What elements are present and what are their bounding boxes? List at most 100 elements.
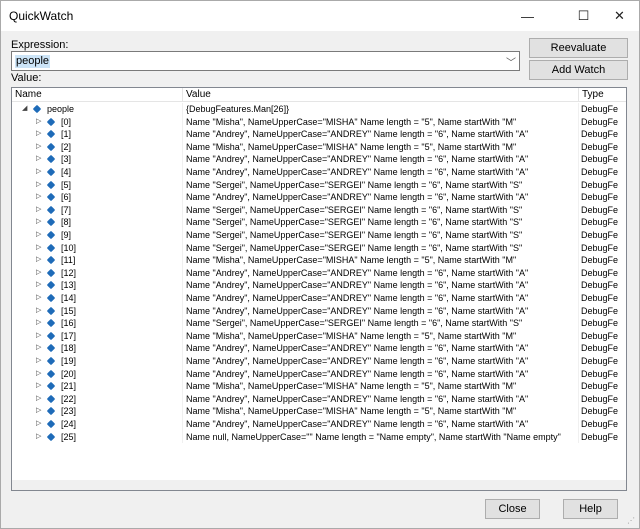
expand-arrow-icon[interactable]: ▷: [36, 153, 41, 165]
table-row[interactable]: ▷ [20] Name "Andrey", NameUpperCase="ANDRE…: [12, 367, 626, 381]
table-row[interactable]: ▷ [23] Name "Misha", NameUpperCase="MISHA"…: [12, 405, 626, 418]
table-row[interactable]: ▷ [10] Name "Sergei", NameUpperCase="SERGE…: [12, 241, 626, 255]
table-row[interactable]: ▷ [21] Name "Misha", NameUpperCase="MISHA"…: [12, 380, 626, 393]
variable-name: [24]: [61, 419, 77, 429]
variable-name: [4]: [61, 167, 72, 177]
object-icon: [46, 230, 56, 240]
expand-arrow-icon[interactable]: ▷: [36, 166, 41, 178]
name-cell: ▷ [2]: [12, 140, 183, 154]
table-row[interactable]: ▷ [8] Name "Sergei", NameUpperCase="SERGEI…: [12, 216, 626, 229]
minimize-button[interactable]: —: [505, 1, 550, 31]
expand-arrow-icon[interactable]: ▷: [36, 229, 41, 241]
title-bar: QuickWatch — ☐ ✕: [1, 1, 639, 31]
object-icon: [46, 205, 56, 215]
object-icon: [46, 255, 56, 265]
close-window-button[interactable]: ✕: [597, 1, 640, 31]
table-row[interactable]: ▷ [4] Name "Andrey", NameUpperCase="ANDREY…: [12, 166, 626, 179]
expand-arrow-icon[interactable]: ▷: [36, 242, 41, 254]
expand-arrow-icon[interactable]: ▷: [36, 279, 41, 291]
expand-arrow-icon[interactable]: ▷: [36, 179, 41, 191]
table-row[interactable]: ▷ [24] Name "Andrey", NameUpperCase="ANDRE…: [12, 418, 626, 431]
name-cell: ▷ [8]: [12, 216, 183, 229]
add-watch-button[interactable]: Add Watch: [529, 60, 628, 80]
expand-arrow-icon[interactable]: ▷: [36, 267, 41, 279]
table-row[interactable]: ▷ [15] Name "Andrey", NameUpperCase="ANDRE…: [12, 304, 626, 318]
table-row[interactable]: ▷ [22] Name "Andrey", NameUpperCase="ANDRE…: [12, 392, 626, 406]
expand-arrow-icon[interactable]: ▷: [36, 393, 41, 405]
table-row[interactable]: ▷ [9] Name "Sergei", NameUpperCase="SERGEI…: [12, 229, 626, 242]
object-icon: [46, 142, 56, 152]
close-button[interactable]: Close: [485, 499, 540, 519]
expand-arrow-icon[interactable]: ▷: [36, 292, 41, 304]
horizontal-scrollbar[interactable]: [12, 480, 626, 490]
value-cell: Name "Misha", NameUpperCase="MISHA" Name…: [183, 329, 579, 343]
table-row[interactable]: ▷ [17] Name "Misha", NameUpperCase="MISHA"…: [12, 329, 626, 343]
table-row[interactable]: ▷ [12] Name "Andrey", NameUpperCase="ANDRE…: [12, 266, 626, 280]
chevron-down-icon[interactable]: ﹀: [506, 54, 516, 69]
type-cell: DebugFe: [579, 116, 626, 129]
column-header-name[interactable]: Name: [12, 88, 183, 102]
object-icon: [46, 180, 56, 189]
expand-arrow-icon[interactable]: ▷: [36, 330, 41, 342]
help-button[interactable]: Help: [563, 499, 618, 519]
type-cell: DebugFe: [579, 179, 626, 192]
table-row[interactable]: ▷ [25] Name null, NameUpperCase="" Name le…: [12, 430, 626, 444]
object-icon: [46, 381, 56, 391]
table-row[interactable]: ▷ [6] Name "Andrey", NameUpperCase="ANDREY…: [12, 191, 626, 204]
name-cell: ▷ [0]: [12, 115, 183, 129]
object-icon: [46, 419, 56, 429]
value-cell: Name "Misha", NameUpperCase="MISHA" Name…: [183, 254, 579, 267]
table-row[interactable]: ▷ [19] Name "Andrey", NameUpperCase="ANDRE…: [12, 355, 626, 368]
variable-name: [0]: [61, 116, 72, 127]
expand-arrow-icon[interactable]: ▷: [36, 204, 41, 216]
collapse-arrow-icon[interactable]: ◢: [22, 103, 27, 115]
table-row[interactable]: ▷ [11] Name "Misha", NameUpperCase="MISHA"…: [12, 254, 626, 267]
expand-arrow-icon[interactable]: ▷: [36, 191, 41, 203]
type-cell: DebugFe: [579, 254, 626, 267]
expand-arrow-icon[interactable]: ▷: [36, 305, 41, 317]
expand-arrow-icon[interactable]: ▷: [36, 418, 41, 430]
column-header-type[interactable]: Type: [579, 88, 626, 102]
object-icon: [46, 293, 56, 303]
table-row[interactable]: ▷ [2] Name "Misha", NameUpperCase="MISHA" …: [12, 140, 626, 154]
variable-name: [18]: [61, 343, 77, 354]
column-header-value[interactable]: Value: [183, 88, 579, 102]
table-row[interactable]: ▷ [0] Name "Misha", NameUpperCase="MISHA" …: [12, 115, 626, 129]
watch-grid[interactable]: Name Value Type ◢ people {DebugFeatures.Ma…: [11, 87, 627, 491]
table-row[interactable]: ▷ [14] Name "Andrey", NameUpperCase="ANDRE…: [12, 292, 626, 305]
expand-arrow-icon[interactable]: ▷: [36, 368, 41, 380]
name-cell: ▷ [23]: [12, 405, 183, 418]
table-row[interactable]: ▷ [13] Name "Andrey", NameUpperCase="ANDRE…: [12, 279, 626, 292]
table-row[interactable]: ▷ [1] Name "Andrey", NameUpperCase="ANDREY…: [12, 128, 626, 141]
object-icon: [46, 117, 56, 126]
expand-arrow-icon[interactable]: ▷: [36, 405, 41, 417]
expand-arrow-icon[interactable]: ▷: [36, 317, 41, 329]
expand-arrow-icon[interactable]: ▷: [36, 355, 41, 367]
object-icon: [46, 218, 56, 227]
expand-arrow-icon[interactable]: ▷: [36, 116, 41, 128]
resize-grip-icon[interactable]: ⋰: [627, 516, 637, 526]
type-cell: DebugFe: [579, 166, 626, 179]
table-row[interactable]: ▷ [5] Name "Sergei", NameUpperCase="SERGEI…: [12, 178, 626, 192]
reevaluate-button[interactable]: Reevaluate: [529, 38, 628, 58]
expand-arrow-icon[interactable]: ▷: [36, 254, 41, 266]
value-cell: Name "Sergei", NameUpperCase="SERGEI" Na…: [183, 203, 579, 217]
expand-arrow-icon[interactable]: ▷: [36, 431, 41, 443]
table-row[interactable]: ▷ [3] Name "Andrey", NameUpperCase="ANDREY…: [12, 153, 626, 166]
expand-arrow-icon[interactable]: ▷: [36, 380, 41, 392]
variable-name: people: [47, 104, 75, 114]
expand-arrow-icon[interactable]: ▷: [36, 141, 41, 153]
table-row[interactable]: ▷ [7] Name "Sergei", NameUpperCase="SERGEI…: [12, 203, 626, 217]
root-row-people[interactable]: ◢ people {DebugFeatures.Man[26]} DebugFe: [12, 103, 626, 116]
table-row[interactable]: ▷ [16] Name "Sergei", NameUpperCase="SERGE…: [12, 317, 626, 330]
name-cell: ◢ people: [12, 103, 183, 116]
expand-arrow-icon[interactable]: ▷: [36, 128, 41, 140]
expand-arrow-icon[interactable]: ▷: [36, 342, 41, 354]
expression-combobox[interactable]: people ﹀: [11, 51, 520, 71]
table-row[interactable]: ▷ [18] Name "Andrey", NameUpperCase="ANDRE…: [12, 342, 626, 355]
object-icon: [46, 167, 56, 177]
expand-arrow-icon[interactable]: ▷: [36, 216, 41, 228]
expression-input[interactable]: people: [15, 55, 51, 68]
value-cell: Name "Andrey", NameUpperCase="ANDREY" Na…: [183, 166, 579, 179]
type-cell: DebugFe: [579, 229, 626, 242]
